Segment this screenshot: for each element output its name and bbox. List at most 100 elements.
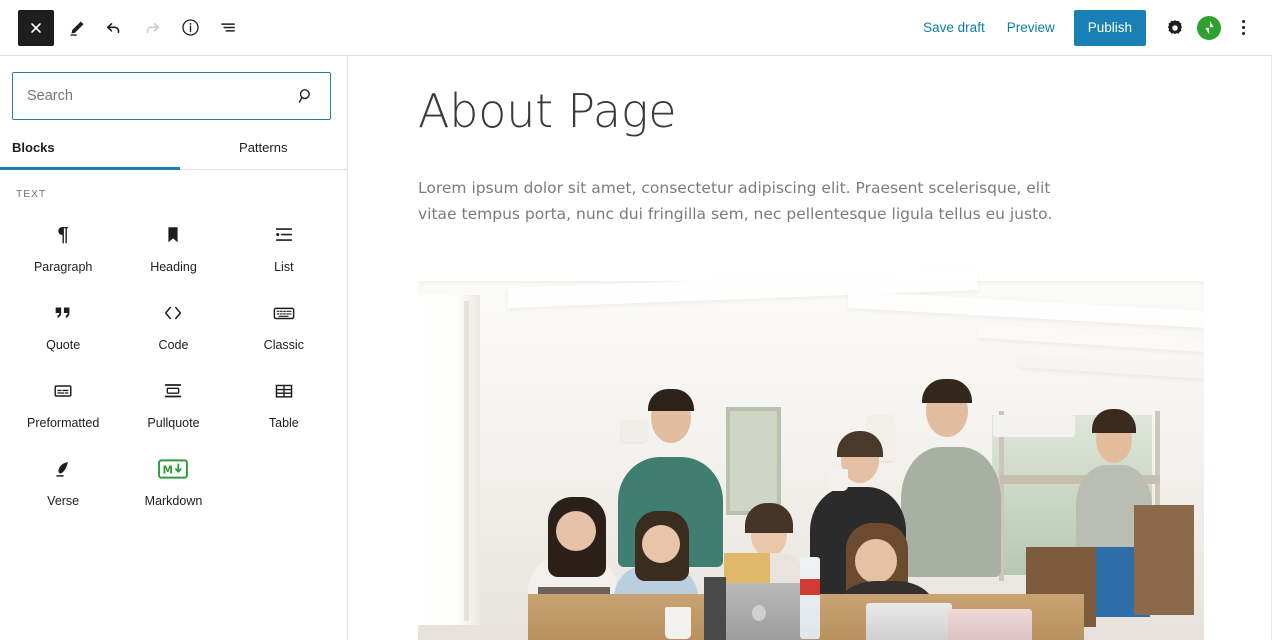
search-input[interactable] xyxy=(27,88,296,104)
jetpack-icon xyxy=(1197,15,1221,40)
search-container xyxy=(0,56,347,132)
photo-laptop xyxy=(948,609,1032,640)
block-item-pullquote[interactable]: Pullquote xyxy=(118,360,228,438)
block-label: Pullquote xyxy=(147,416,200,430)
code-icon xyxy=(161,300,185,326)
photo-desk-object xyxy=(724,553,770,584)
search-icon xyxy=(298,89,310,103)
svg-text:¶: ¶ xyxy=(57,224,69,246)
redo-icon xyxy=(146,22,160,33)
photo-wall-art xyxy=(726,407,781,516)
photo-person-face xyxy=(556,511,596,552)
redo-button[interactable] xyxy=(133,10,171,46)
editor-body: Blocks Patterns TEXT ¶ xyxy=(0,56,1272,640)
header-actions: Save draft Preview Publish xyxy=(912,9,1260,46)
block-inserter-panel: Blocks Patterns TEXT ¶ xyxy=(0,56,348,640)
table-icon xyxy=(273,378,295,404)
block-label: Verse xyxy=(47,494,80,508)
block-label: List xyxy=(274,260,294,274)
undo-button[interactable] xyxy=(95,10,133,46)
photo-laptop xyxy=(866,603,952,640)
photo-bottle-label xyxy=(800,579,820,596)
block-grid: ¶ Paragraph Heading List Quote Code Clas… xyxy=(8,204,339,516)
list-view-button[interactable] xyxy=(209,10,247,46)
photo-wall-object xyxy=(993,415,1075,438)
list-icon xyxy=(273,222,295,248)
editor-canvas[interactable]: About Page Lorem ipsum dolor sit amet, c… xyxy=(348,56,1272,640)
tab-blocks[interactable]: Blocks xyxy=(0,132,180,170)
block-label: Heading xyxy=(150,260,197,274)
photo-window-left xyxy=(418,295,480,626)
block-label: Paragraph xyxy=(33,260,93,274)
photo-wall-object xyxy=(621,420,647,443)
preformatted-icon xyxy=(52,378,74,404)
quote-icon xyxy=(52,300,74,326)
block-item-verse[interactable]: Verse xyxy=(8,438,118,516)
block-item-heading[interactable]: Heading xyxy=(118,204,228,282)
block-item-table[interactable]: Table xyxy=(229,360,339,438)
paragraph-block[interactable]: Lorem ipsum dolor sit amet, consectetur … xyxy=(348,139,1148,227)
block-item-quote[interactable]: Quote xyxy=(8,282,118,360)
header-tools xyxy=(18,9,247,46)
block-item-paragraph[interactable]: ¶ Paragraph xyxy=(8,204,118,282)
block-item-markdown[interactable]: M Markdown xyxy=(118,438,228,516)
tab-patterns[interactable]: Patterns xyxy=(180,132,348,169)
photo-bottle xyxy=(800,557,820,640)
photo-window-frame xyxy=(464,301,469,622)
image-block[interactable] xyxy=(348,227,1272,640)
post-content: About Page Lorem ipsum dolor sit amet, c… xyxy=(348,56,1272,640)
tab-patterns-label: Patterns xyxy=(239,140,288,155)
block-label: Preformatted xyxy=(27,416,100,430)
block-editor: Save draft Preview Publish Search Blocks… xyxy=(0,0,1272,640)
paragraph-icon: ¶ xyxy=(52,222,74,248)
svg-text:M: M xyxy=(163,464,174,476)
gear-icon xyxy=(1168,19,1182,34)
photo-person-hair xyxy=(745,503,793,534)
kebab-menu-icon xyxy=(1241,20,1245,35)
edit-mode-button[interactable] xyxy=(59,10,95,46)
jetpack-button[interactable] xyxy=(1192,10,1226,46)
list-view-icon xyxy=(220,23,235,32)
block-label: Quote xyxy=(46,338,81,352)
photo-person xyxy=(901,447,1001,578)
photo-cup xyxy=(828,469,848,492)
block-label: Code xyxy=(158,338,189,352)
block-item-code[interactable]: Code xyxy=(118,282,228,360)
block-label: Classic xyxy=(263,338,304,352)
page-title[interactable]: About Page xyxy=(348,56,1272,139)
block-item-preformatted[interactable]: Preformatted xyxy=(8,360,118,438)
inserter-tabs: Blocks Patterns xyxy=(0,132,347,170)
tab-active-underline xyxy=(0,167,180,170)
photo-person-face xyxy=(642,525,680,564)
info-icon xyxy=(181,19,199,36)
editor-header: Save draft Preview Publish xyxy=(0,0,1272,56)
category-label-text: TEXT xyxy=(16,188,47,200)
save-draft-button[interactable]: Save draft xyxy=(912,12,996,43)
block-item-classic[interactable]: Classic xyxy=(229,282,339,360)
details-button[interactable] xyxy=(171,10,209,46)
pullquote-icon xyxy=(162,378,184,404)
markdown-icon: M xyxy=(158,456,189,482)
photo-chair xyxy=(1134,505,1194,616)
close-icon xyxy=(31,22,41,33)
block-label: Table xyxy=(268,416,299,430)
more-options-button[interactable] xyxy=(1226,10,1260,46)
preview-button[interactable]: Preview xyxy=(996,12,1066,43)
settings-button[interactable] xyxy=(1158,10,1192,46)
tab-blocks-label: Blocks xyxy=(12,140,55,155)
post-photo xyxy=(418,265,1204,640)
heading-icon xyxy=(162,222,184,248)
block-list-scroll[interactable]: TEXT ¶ Paragraph Heading List Quote Code… xyxy=(0,170,347,640)
block-label: Markdown xyxy=(144,494,203,508)
verse-icon xyxy=(52,456,74,482)
photo-person-face xyxy=(855,539,897,584)
close-editor-button[interactable] xyxy=(18,9,54,46)
block-item-list[interactable]: List xyxy=(229,204,339,282)
classic-icon xyxy=(272,300,296,326)
photo-desk-object xyxy=(704,577,726,640)
search-box[interactable] xyxy=(12,72,331,120)
undo-icon xyxy=(106,22,120,33)
publish-button[interactable]: Publish xyxy=(1073,9,1146,46)
pencil-icon xyxy=(70,21,84,36)
photo-cup xyxy=(665,607,691,640)
